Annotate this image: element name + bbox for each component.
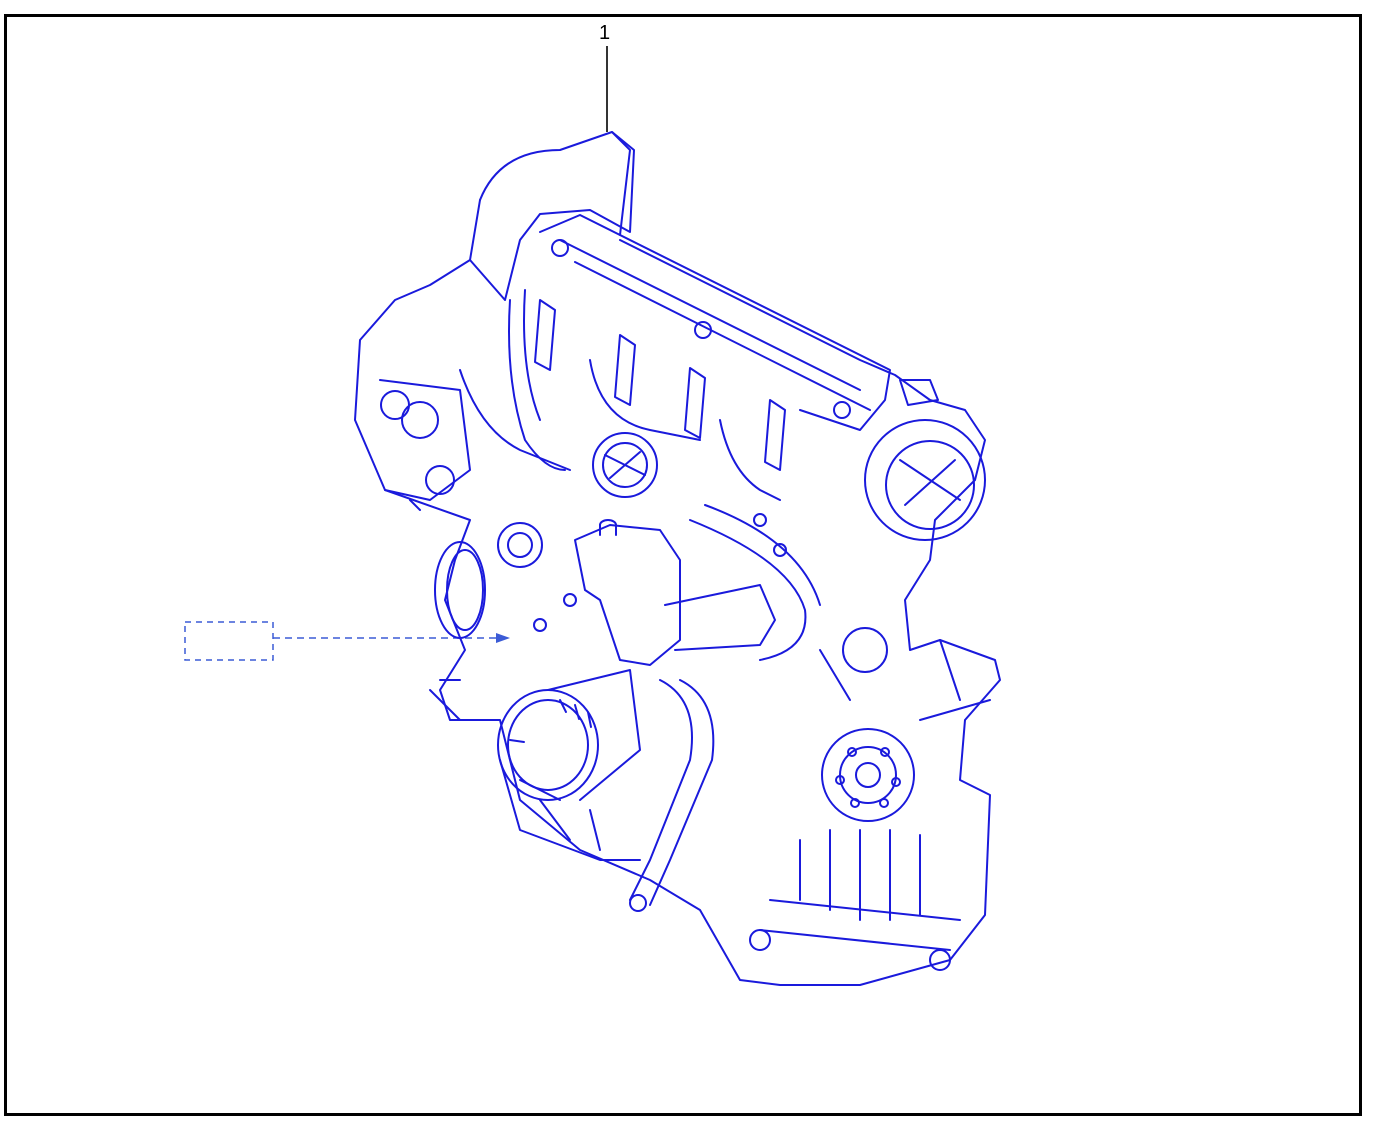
reference-arrow-head <box>496 633 510 643</box>
engine-diagram <box>184 46 1001 986</box>
engine-assembly-line-art <box>354 131 1001 986</box>
reference-box <box>184 621 274 661</box>
